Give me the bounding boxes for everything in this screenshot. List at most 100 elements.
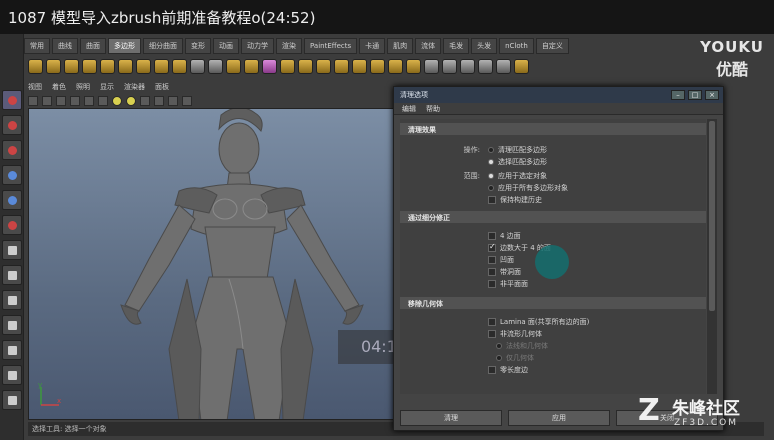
option-4-sided[interactable]: 4 边面 bbox=[488, 231, 521, 241]
shelf-tool-icon[interactable] bbox=[424, 58, 439, 74]
section-cleanup-effect[interactable]: 清理效果 bbox=[400, 123, 706, 135]
shelf-tool-icon[interactable] bbox=[190, 58, 205, 74]
panel-menu-item[interactable]: 显示 bbox=[100, 82, 114, 94]
option-cleanup-matching[interactable]: 清理匹配多边形 bbox=[488, 145, 547, 155]
shelf-tab[interactable]: 常用 bbox=[24, 38, 50, 54]
perspective-viewport[interactable]: y x bbox=[28, 108, 394, 420]
dialog-menu-help[interactable]: 帮助 bbox=[426, 104, 440, 113]
shelf-tool-icon[interactable] bbox=[280, 58, 295, 74]
isolate-icon[interactable] bbox=[154, 96, 164, 106]
minimize-icon[interactable]: – bbox=[671, 90, 685, 100]
option-nonmanifold[interactable]: 非流形几何体 bbox=[488, 329, 542, 339]
shelf-tab[interactable]: 曲面 bbox=[80, 38, 106, 54]
shelf-tool-icon[interactable] bbox=[118, 58, 133, 74]
radio-button[interactable] bbox=[496, 355, 502, 361]
shelf-tool-icon[interactable] bbox=[64, 58, 79, 74]
select-tool-icon[interactable] bbox=[2, 90, 22, 110]
shelf-tool-icon[interactable] bbox=[388, 58, 403, 74]
move-tool-icon[interactable] bbox=[2, 165, 22, 185]
radio-button[interactable] bbox=[488, 185, 494, 191]
shelf-tab[interactable]: 变形 bbox=[185, 38, 211, 54]
option-geometry-only[interactable]: 仅几何体 bbox=[496, 353, 534, 363]
shelf-tool-icon[interactable] bbox=[28, 58, 43, 74]
radio-button[interactable] bbox=[488, 147, 494, 153]
option-zero-length-edges[interactable]: 零长度边 bbox=[488, 365, 528, 375]
grid-icon[interactable] bbox=[56, 96, 66, 106]
shelf-tab[interactable]: 动力学 bbox=[241, 38, 274, 54]
section-remove-geometry[interactable]: 移除几何体 bbox=[400, 297, 706, 309]
paint-select-tool-icon[interactable] bbox=[2, 140, 22, 160]
shelf-tool-icon[interactable] bbox=[172, 58, 187, 74]
shelf-tab[interactable]: 多边形 bbox=[108, 38, 141, 54]
manipulator-tool-icon[interactable] bbox=[2, 240, 22, 260]
panel-menu-item[interactable]: 着色 bbox=[52, 82, 66, 94]
option-select-matching[interactable]: 选择匹配多边形 bbox=[488, 157, 547, 167]
shelf-tab[interactable]: nCloth bbox=[499, 38, 534, 54]
radio-button[interactable] bbox=[496, 343, 502, 349]
layout-single-icon[interactable] bbox=[2, 290, 22, 310]
lasso-tool-icon[interactable] bbox=[2, 115, 22, 135]
checkbox[interactable] bbox=[488, 268, 496, 276]
shelf-tool-icon[interactable] bbox=[334, 58, 349, 74]
shelf-tab[interactable]: PaintEffects bbox=[304, 38, 358, 54]
shelf-tool-icon[interactable] bbox=[262, 58, 277, 74]
shelf-tab[interactable]: 动画 bbox=[213, 38, 239, 54]
panel-menu-item[interactable]: 渲染器 bbox=[124, 82, 145, 94]
shelf-tab[interactable]: 渲染 bbox=[276, 38, 302, 54]
shelf-tab[interactable]: 毛发 bbox=[443, 38, 470, 54]
textured-icon[interactable] bbox=[98, 96, 108, 106]
panel-menu-item[interactable]: 照明 bbox=[76, 82, 90, 94]
layout-four-icon[interactable] bbox=[2, 315, 22, 335]
checkbox[interactable] bbox=[488, 232, 496, 240]
xray-icon[interactable] bbox=[140, 96, 150, 106]
option-non-planar[interactable]: 非平面面 bbox=[488, 279, 528, 289]
shelf-tool-icon[interactable] bbox=[460, 58, 475, 74]
smooth-shade-icon[interactable] bbox=[84, 96, 94, 106]
shelf-tool-icon[interactable] bbox=[478, 58, 493, 74]
last-tool-icon[interactable] bbox=[2, 265, 22, 285]
checkbox[interactable] bbox=[488, 318, 496, 326]
option-apply-selected[interactable]: 应用于选定对象 bbox=[488, 171, 547, 181]
shelf-tool-icon[interactable] bbox=[298, 58, 313, 74]
option-normals-geometry[interactable]: 法线和几何体 bbox=[496, 341, 548, 351]
checkbox[interactable] bbox=[488, 196, 496, 204]
shelf-tab[interactable]: 曲线 bbox=[52, 38, 78, 54]
shelf-tool-icon[interactable] bbox=[316, 58, 331, 74]
radio-button[interactable] bbox=[488, 173, 494, 179]
section-fix-by-tessellation[interactable]: 通过细分修正 bbox=[400, 211, 706, 223]
close-icon[interactable]: × bbox=[705, 90, 719, 100]
camera-icon[interactable] bbox=[28, 96, 38, 106]
shelf-tool-icon[interactable] bbox=[136, 58, 151, 74]
shelf-tool-icon[interactable] bbox=[370, 58, 385, 74]
panel-menu-item[interactable]: 面板 bbox=[155, 82, 169, 94]
layout-two-icon[interactable] bbox=[2, 340, 22, 360]
shelf-tab[interactable]: 自定义 bbox=[535, 38, 569, 54]
film-gate-icon[interactable] bbox=[182, 96, 192, 106]
shelf-tool-icon[interactable] bbox=[100, 58, 115, 74]
dialog-menu-edit[interactable]: 编辑 bbox=[402, 104, 416, 113]
shelf-tool-icon[interactable] bbox=[514, 58, 529, 74]
option-keep-history[interactable]: 保持构建历史 bbox=[488, 195, 542, 205]
layout-stack-icon[interactable] bbox=[2, 390, 22, 410]
shelf-tool-icon[interactable] bbox=[496, 58, 511, 74]
shadows-icon[interactable] bbox=[126, 96, 136, 106]
shelf-tab[interactable]: 流体 bbox=[415, 38, 442, 54]
shelf-tab[interactable]: 卡通 bbox=[359, 38, 386, 54]
shelf-tab[interactable]: 肌肉 bbox=[387, 38, 414, 54]
shelf-tool-icon[interactable] bbox=[82, 58, 97, 74]
radio-button[interactable] bbox=[488, 159, 494, 165]
shelf-tool-icon[interactable] bbox=[406, 58, 421, 74]
checkbox[interactable] bbox=[488, 366, 496, 374]
option-lamina-faces[interactable]: Lamina 面(共享所有边的面) bbox=[488, 317, 589, 327]
shelf-tool-icon[interactable] bbox=[46, 58, 61, 74]
dialog-scrollbar[interactable] bbox=[707, 119, 717, 394]
shelf-tool-icon[interactable] bbox=[208, 58, 223, 74]
shelf-tool-icon[interactable] bbox=[154, 58, 169, 74]
rotate-tool-icon[interactable] bbox=[2, 190, 22, 210]
dialog-titlebar[interactable]: 清理选项 – □ × bbox=[394, 87, 723, 103]
option-with-holes[interactable]: 带洞面 bbox=[488, 267, 521, 277]
cleanup-button[interactable]: 清理 bbox=[400, 410, 502, 426]
option-concave[interactable]: 凹面 bbox=[488, 255, 514, 265]
bookmark-icon[interactable] bbox=[42, 96, 52, 106]
shelf-tab[interactable]: 细分曲面 bbox=[143, 38, 183, 54]
